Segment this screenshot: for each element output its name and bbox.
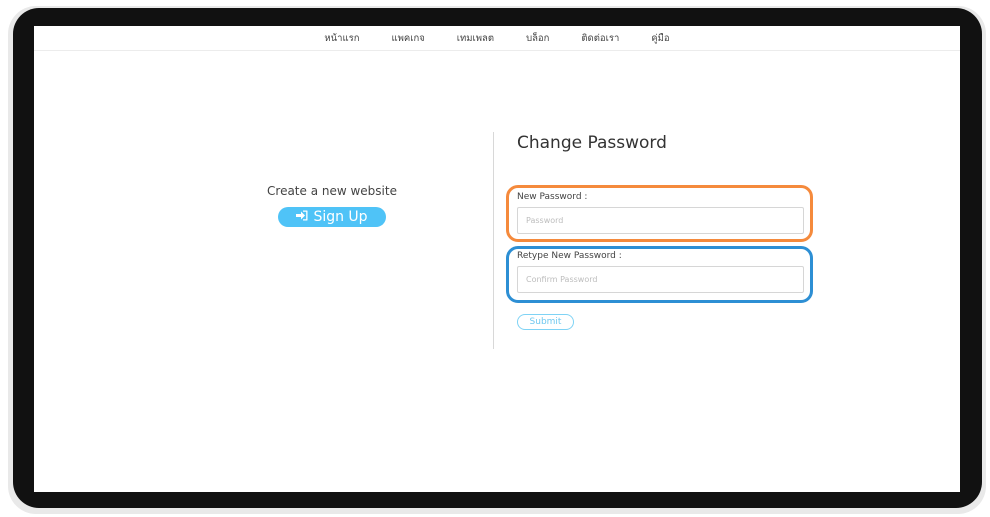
sign-up-label: Sign Up: [313, 209, 368, 225]
vertical-divider: [493, 132, 494, 349]
top-navigation: หน้าแรก แพคเกจ เทมเพลต บล็อก ติดต่อเรา ค…: [34, 26, 960, 51]
nav-item-templates[interactable]: เทมเพลต: [457, 31, 494, 46]
nav-item-contact[interactable]: ติดต่อเรา: [581, 31, 619, 46]
nav-item-packages[interactable]: แพคเกจ: [391, 31, 424, 46]
signup-panel: Create a new website Sign Up: [254, 184, 410, 227]
sign-in-icon: [296, 210, 308, 224]
browser-screen: หน้าแรก แพคเกจ เทมเพลต บล็อก ติดต่อเรา ค…: [34, 26, 960, 492]
nav-item-manual[interactable]: คู่มือ: [651, 31, 669, 46]
create-website-text: Create a new website: [267, 184, 397, 198]
new-password-highlight: [506, 185, 813, 242]
nav-item-blog[interactable]: บล็อก: [526, 31, 549, 46]
sign-up-button[interactable]: Sign Up: [278, 207, 386, 227]
page-title: Change Password: [517, 133, 667, 153]
nav-item-home[interactable]: หน้าแรก: [324, 31, 359, 46]
submit-button[interactable]: Submit: [517, 314, 574, 330]
retype-password-highlight: [506, 246, 813, 303]
